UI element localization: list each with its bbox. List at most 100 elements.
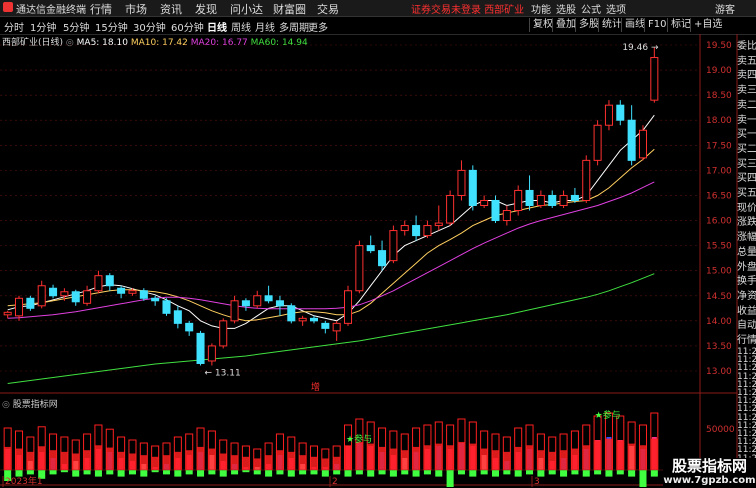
candle-down [105,275,114,287]
indicator-fill-bar [548,451,556,470]
candle-down [139,290,148,299]
indicator-green-bar [128,470,136,475]
candle-up [650,57,659,101]
candle-down [151,297,160,302]
price-tick-label: 15.00 [706,267,732,277]
candle-down [627,119,636,161]
indicator-fill-bar [49,450,57,470]
indicator-green-bar [162,470,171,475]
indicator-fill-bar [503,451,511,470]
indicator-green-bar [94,470,102,477]
indicator-fill-bar [480,448,488,470]
side-label: 换手 [737,276,756,288]
indicator-green-bar [83,470,91,475]
candle-down [275,300,284,307]
indicator-axis-label: 50000 [706,425,735,435]
indicator-green-bar [253,470,261,475]
indicator-fill-bar [628,443,636,470]
candle-up [94,275,103,292]
indicator-green-bar [174,470,182,477]
side-label: 涨跌 [737,217,756,229]
indicator-green-bar [15,470,23,477]
indicator-fill-bar [321,458,329,470]
indicator-fill-bar [537,450,545,470]
side-label: 行情 [737,335,756,346]
indicator-fill-bar [560,450,568,470]
candle-up [457,169,466,196]
price-tick-label: 15.50 [706,242,732,252]
indicator-fill-bar [310,456,318,470]
indicator-fill-bar [15,448,23,470]
candle-up [604,104,613,126]
candle-up [253,295,262,307]
candle-up [355,245,364,292]
indicator-fill-bar [253,458,261,470]
indicator-green-bar [457,470,465,475]
axes: 19.50 19.00 18.50 18.00 17.50 17.00 16.50 16.00… [2,41,735,487]
indicator-fill-bar [128,453,136,470]
candle-up [514,189,523,212]
price-tick-label: 13.50 [706,342,732,352]
indicator-green-bar [480,470,488,475]
candle-down [570,194,579,201]
low-price-label: ← 13.11 [205,368,241,378]
side-label: 卖一 [737,114,756,126]
indicator-green-bar [355,470,363,475]
indicator-green-bar [628,470,636,477]
side-label: 卖四 [737,70,756,82]
indicator-fill-bar [60,451,68,470]
indicator-green-bar [548,470,556,475]
candle-up [3,311,12,316]
indicator-green-bar [60,470,68,473]
indicator-fill-bar [287,451,295,470]
indicator-fill-bar [242,456,250,470]
indicator-fill-bar [38,446,46,470]
indicator-fill-bar [72,453,80,470]
indicator-fill-bar [435,443,443,470]
indicator-fill-bar [514,446,522,470]
candle-down [525,189,534,206]
candle-down [412,225,421,237]
indicator-fill-bar [299,455,307,470]
kline-chart[interactable]: 19.50 19.00 18.50 18.00 17.50 17.00 16.50 16.00… [0,0,756,487]
candle-up [423,225,432,237]
indicator-fill-bar [208,448,216,470]
indicator-fill-bar [650,438,658,470]
chart-grid [0,34,738,487]
indicator-green-bar [321,470,329,477]
indicator-green-bar [412,470,420,477]
price-tick-label: 19.50 [706,41,732,51]
indicator-fill-bar [94,445,102,470]
candles [3,47,659,366]
price-tick-label: 14.50 [706,292,732,302]
date-tick-label: 2 [332,477,338,487]
candle-down [117,287,126,294]
side-label: 卖五 [737,55,756,67]
indicator-green-bar [287,470,295,477]
candle-up [83,290,92,304]
indicator-fill-bar [219,453,227,470]
candle-up [344,290,353,324]
indicator-fill-bar [526,445,534,470]
side-label: 收益 [737,305,756,317]
candle-up [230,300,239,322]
watermark-url: www.7gpzb.com [663,475,756,486]
watermark-title: 股票指标网 [671,457,747,475]
indicator-green-bar [106,470,114,475]
candle-up [502,210,511,222]
indicator-green-bar [185,470,193,475]
signal-label: ★参与 [595,409,621,421]
indicator-green-bar [582,470,590,477]
indicator-bars [0,412,700,487]
candle-down [548,194,557,206]
candle-down [468,169,477,206]
indicator-green-bar [446,470,454,487]
indicator-fill-bar [639,445,647,470]
candle-up [559,194,568,206]
indicator-fill-bar [457,441,465,470]
indicator-green-bar [140,470,148,477]
candle-up [400,225,409,232]
candle-up [434,222,443,227]
candle-up [219,320,228,347]
date-tick-label: 2023年1 [5,475,43,487]
